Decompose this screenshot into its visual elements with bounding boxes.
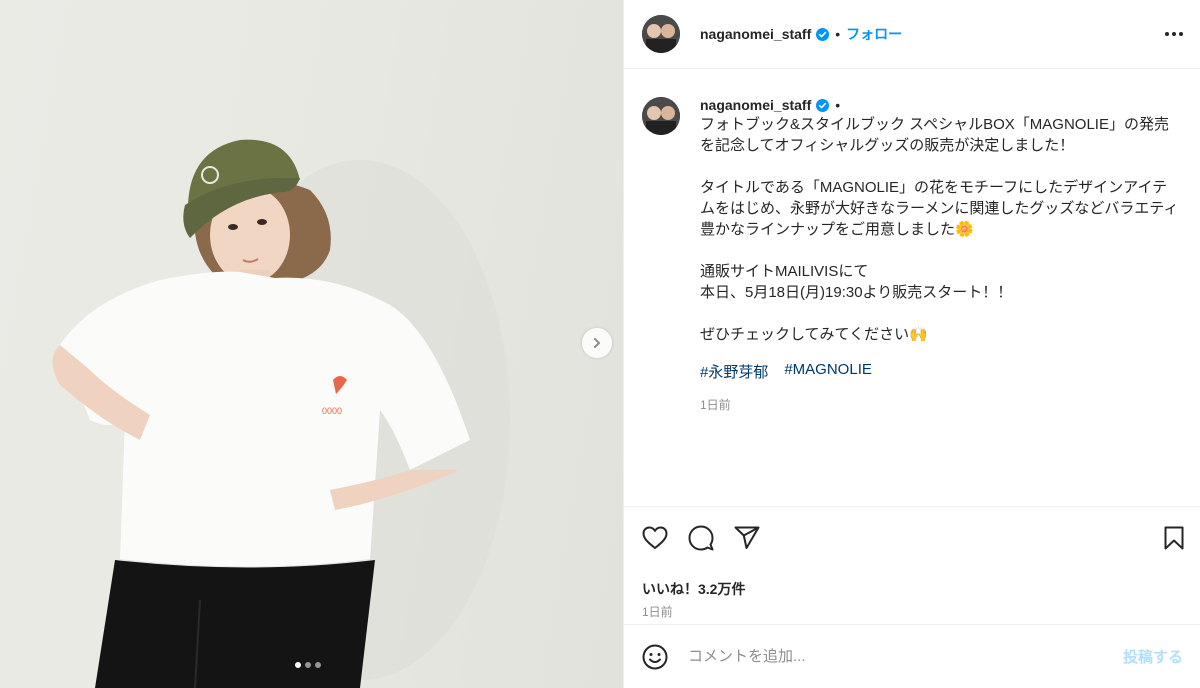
share-icon (734, 526, 760, 549)
heart-icon (642, 526, 668, 549)
action-section: いいね！3.2万件 1日前 (624, 506, 1200, 624)
comment-bar: 投稿する (624, 624, 1200, 688)
like-button[interactable] (642, 526, 668, 550)
slide-dot (305, 662, 311, 668)
post-image[interactable]: 0000 (0, 0, 623, 688)
more-horizontal-icon (1165, 32, 1183, 36)
comment-icon (688, 525, 714, 551)
verified-badge-icon (816, 27, 830, 41)
caption-text: フォトブック&スタイルブック スペシャルBOX「MAGNOLIE」の発売を記念し… (700, 116, 1179, 343)
slide-indicator (295, 662, 321, 668)
avatar-image (642, 97, 680, 135)
post-header: naganomei_staff • フォロー (624, 0, 1200, 69)
save-button[interactable] (1163, 526, 1185, 550)
separator-dot: • (835, 97, 841, 113)
comment-button[interactable] (688, 525, 714, 551)
caption-section: naganomei_staff • フォトブック&スタイルブック スペシャルBO… (624, 69, 1200, 506)
emoji-button[interactable] (642, 644, 668, 670)
next-slide-button[interactable] (582, 328, 612, 358)
caption-timestamp[interactable]: 1日前 (700, 396, 1180, 413)
post-comment-button[interactable]: 投稿する (1123, 646, 1183, 667)
caption-username[interactable]: naganomei_staff (700, 97, 811, 113)
separator-dot: • (835, 26, 841, 42)
post-timestamp[interactable]: 1日前 (642, 603, 1185, 620)
action-bar (642, 521, 1185, 555)
photo-scene: 0000 (52, 139, 510, 688)
caption-avatar[interactable] (642, 97, 680, 135)
hashtag-link[interactable]: #MAGNOLIE (784, 361, 872, 382)
chevron-right-icon (594, 338, 600, 348)
verified-badge-icon (816, 98, 830, 112)
slide-dot (315, 662, 321, 668)
shirt-print: 0000 (322, 406, 342, 416)
hashtag-link[interactable]: #永野芽郁 (700, 361, 768, 382)
like-count[interactable]: いいね！3.2万件 (642, 579, 1185, 599)
avatar[interactable] (642, 15, 680, 53)
share-button[interactable] (734, 526, 760, 550)
hashtag-list: #永野芽郁 #MAGNOLIE (700, 361, 1180, 382)
comment-input[interactable] (688, 648, 1123, 665)
post-sidebar: naganomei_staff • フォロー naganomei_staff •… (623, 0, 1200, 688)
avatar-image (642, 15, 680, 53)
header-username[interactable]: naganomei_staff (700, 26, 811, 42)
more-options-button[interactable] (1164, 31, 1184, 37)
emoji-icon (642, 644, 668, 669)
bookmark-icon (1164, 526, 1184, 550)
slide-dot (295, 662, 301, 668)
follow-button[interactable]: フォロー (846, 24, 902, 44)
